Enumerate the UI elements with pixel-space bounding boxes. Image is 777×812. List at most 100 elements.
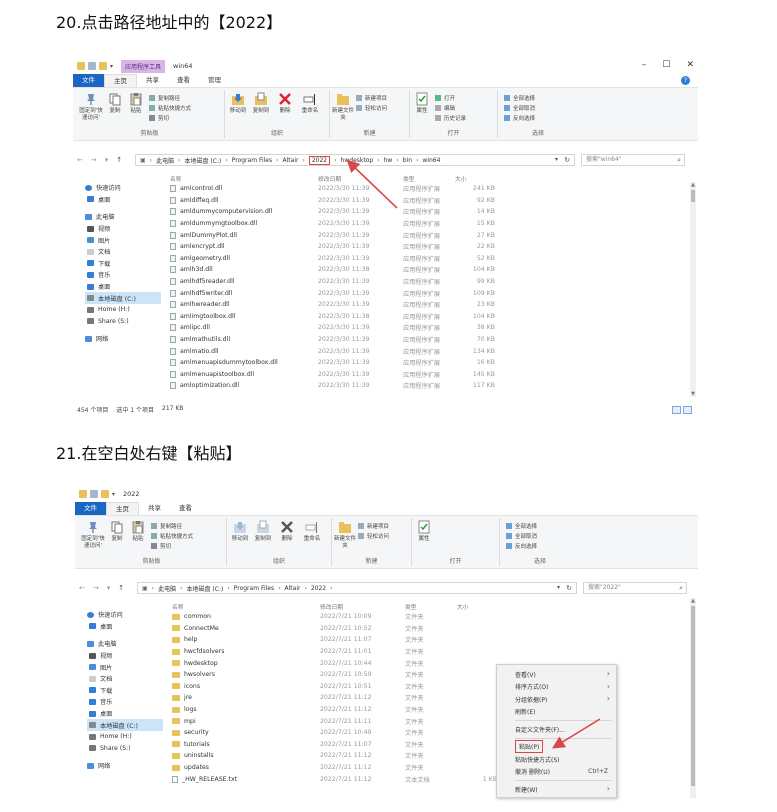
rename-button[interactable]: 重命名 [301,520,323,543]
nav-quick-access[interactable]: 快速访问 [85,182,161,194]
context-menu-customize-folder[interactable]: 自定义文件夹(F)... [497,723,616,736]
table-row[interactable]: amldiffeq.dll 2022/3/30 11:39 应用程序扩展 92 KB [170,195,684,207]
table-row[interactable]: hwcfdsolvers 2022/7/21 11:01 文件夹 [172,646,684,658]
cut-button[interactable]: 剪切 [151,542,193,550]
paste-button[interactable]: 粘贴 [127,92,145,115]
nav-local-disk[interactable]: 本地磁盘 (C:) [87,719,163,731]
forward-arrow-icon[interactable]: → [91,156,97,164]
nav-documents[interactable]: 文档 [85,246,161,258]
column-date[interactable]: 修改日期 [320,602,405,611]
tab-view[interactable]: 查看 [170,502,201,515]
up-arrow-icon[interactable]: ↑ [116,156,122,164]
context-menu-paste-shortcut[interactable]: 粘贴快捷方式(S) [497,753,616,766]
recent-dropdown-icon[interactable]: ▾ [105,156,109,164]
address-bar[interactable]: ▣ › 此电脑 › 本地磁盘 (C:) › Program Files › Al… [135,154,575,166]
select-all-button[interactable]: 全部选择 [504,94,535,102]
folder-icon[interactable] [79,490,87,498]
table-row[interactable]: amlmathutils.dll 2022/3/30 11:39 应用程序扩展 70 … [170,334,684,346]
nav-pictures[interactable]: 图片 [85,234,161,246]
nav-share-drive[interactable]: Share (S:) [87,743,163,755]
invert-selection-button[interactable]: 反向选择 [504,114,535,122]
properties-icon[interactable] [88,62,96,70]
table-row[interactable]: amlgeometry.dll 2022/3/30 11:39 应用程序扩展 52 K… [170,253,684,265]
table-row[interactable]: amlmatio.dll 2022/3/30 11:39 应用程序扩展 134 KB [170,345,684,357]
address-dropdown-icon[interactable]: ▾ [557,584,560,591]
easy-access-button[interactable]: 轻松访问 [356,104,387,112]
nav-this-pc[interactable]: 此电脑 [87,638,163,650]
copy-path-button[interactable]: 复制路径 [149,94,191,102]
nav-network[interactable]: 网络 [85,333,161,345]
invert-selection-button[interactable]: 反向选择 [506,542,537,550]
breadcrumb-this-pc[interactable]: 此电脑 [156,156,174,165]
breadcrumb-program-files[interactable]: Program Files [232,157,272,164]
select-all-button[interactable]: 全部选择 [506,522,537,530]
table-row[interactable]: amlimgtoolbox.dll 2022/3/30 11:38 应用程序扩展 10… [170,311,684,323]
scrollbar-thumb[interactable] [691,606,695,786]
column-size[interactable]: 大小 [457,602,497,611]
new-folder-button[interactable]: 新建文件夹 [334,520,356,550]
context-menu-refresh[interactable]: 刷新(E) [497,706,616,719]
help-icon[interactable]: ? [681,76,690,85]
scroll-down-icon[interactable]: ▼ [690,391,696,397]
contextual-tab-app-tools[interactable]: 应用程序工具 [121,59,166,73]
table-row[interactable]: ConnectMe 2022/7/21 10:52 文件夹 [172,623,684,635]
nav-quick-access[interactable]: 快速访问 [87,609,163,621]
refresh-icon[interactable]: ↻ [564,156,570,164]
breadcrumb-win64[interactable]: win64 [422,157,440,164]
select-none-button[interactable]: 全部取消 [504,104,535,112]
back-arrow-icon[interactable]: ← [77,156,83,164]
tab-manage[interactable]: 管理 [199,74,230,87]
nav-documents[interactable]: 文档 [87,673,163,685]
easy-access-button[interactable]: 轻松访问 [358,532,389,540]
tab-home[interactable]: 主页 [104,74,137,87]
new-folder-icon[interactable] [99,62,107,70]
table-row[interactable]: common 2022/7/21 10:09 文件夹 [172,611,684,623]
edit-button[interactable]: 编辑 [435,104,466,112]
recent-dropdown-icon[interactable]: ▾ [107,584,111,592]
table-row[interactable]: amlhdf5writer.dll 2022/3/30 11:39 应用程序扩展 10… [170,287,684,299]
breadcrumb-2022[interactable]: 2022 [308,155,331,165]
nav-videos[interactable]: 视频 [85,223,161,235]
column-type[interactable]: 类型 [405,602,457,611]
details-view-icon[interactable] [672,406,681,414]
rename-button[interactable]: 重命名 [299,92,321,115]
column-type[interactable]: 类型 [403,174,455,183]
new-folder-icon[interactable] [101,490,109,498]
properties-button[interactable]: 属性 [412,92,432,115]
large-icons-view-icon[interactable] [683,406,692,414]
breadcrumb-local-disk[interactable]: 本地磁盘 (C:) [187,584,224,593]
nav-this-pc[interactable]: 此电脑 [85,211,161,223]
paste-shortcut-button[interactable]: 粘贴快捷方式 [149,104,191,112]
chevron-down-icon[interactable]: ▾ [112,491,115,498]
close-icon[interactable]: ✕ [686,60,694,70]
maximize-icon[interactable]: ☐ [662,60,670,70]
vertical-scrollbar[interactable]: ▲ ▼ [690,182,696,397]
breadcrumb-program-files[interactable]: Program Files [234,585,274,592]
breadcrumb-hwdesktop[interactable]: hwdesktop [341,157,374,164]
breadcrumb-altair[interactable]: Altair [285,585,301,592]
copy-path-button[interactable]: 复制路径 [151,522,193,530]
nav-network[interactable]: 网络 [87,760,163,772]
table-row[interactable]: amloptimization.dll 2022/3/30 11:39 应用程序扩展… [170,380,684,392]
history-button[interactable]: 历史记录 [435,114,466,122]
up-arrow-icon[interactable]: ↑ [118,584,124,592]
breadcrumb-local-disk[interactable]: 本地磁盘 (C:) [185,156,222,165]
nav-home-drive[interactable]: Home (H:) [87,731,163,743]
table-row[interactable]: amlh3d.dll 2022/3/30 11:38 应用程序扩展 104 KB [170,264,684,276]
new-item-button[interactable]: 新建项目 [358,522,389,530]
table-row[interactable]: amlcontrol.dll 2022/3/30 11:39 应用程序扩展 241 K… [170,183,684,195]
nav-desktop-pc[interactable]: 桌面 [85,281,161,293]
table-row[interactable]: amlmenuapisdummytoolbox.dll 2022/3/30 11:… [170,357,684,369]
nav-music[interactable]: 音乐 [85,269,161,281]
breadcrumb-hw[interactable]: hw [384,157,393,164]
copy-button[interactable]: 复制 [107,92,123,115]
column-name[interactable]: 名称 [172,602,320,611]
tab-view[interactable]: 查看 [168,74,199,87]
context-menu-group[interactable]: 分组依据(P) › [497,693,616,706]
nav-pictures[interactable]: 图片 [87,661,163,673]
table-row[interactable]: amldummycomputervision.dll 2022/3/30 11:3… [170,206,684,218]
context-menu-paste[interactable]: 粘贴(P) [497,740,616,754]
copy-button[interactable]: 复制 [109,520,125,543]
paste-button[interactable]: 粘贴 [129,520,147,543]
nav-music[interactable]: 音乐 [87,696,163,708]
